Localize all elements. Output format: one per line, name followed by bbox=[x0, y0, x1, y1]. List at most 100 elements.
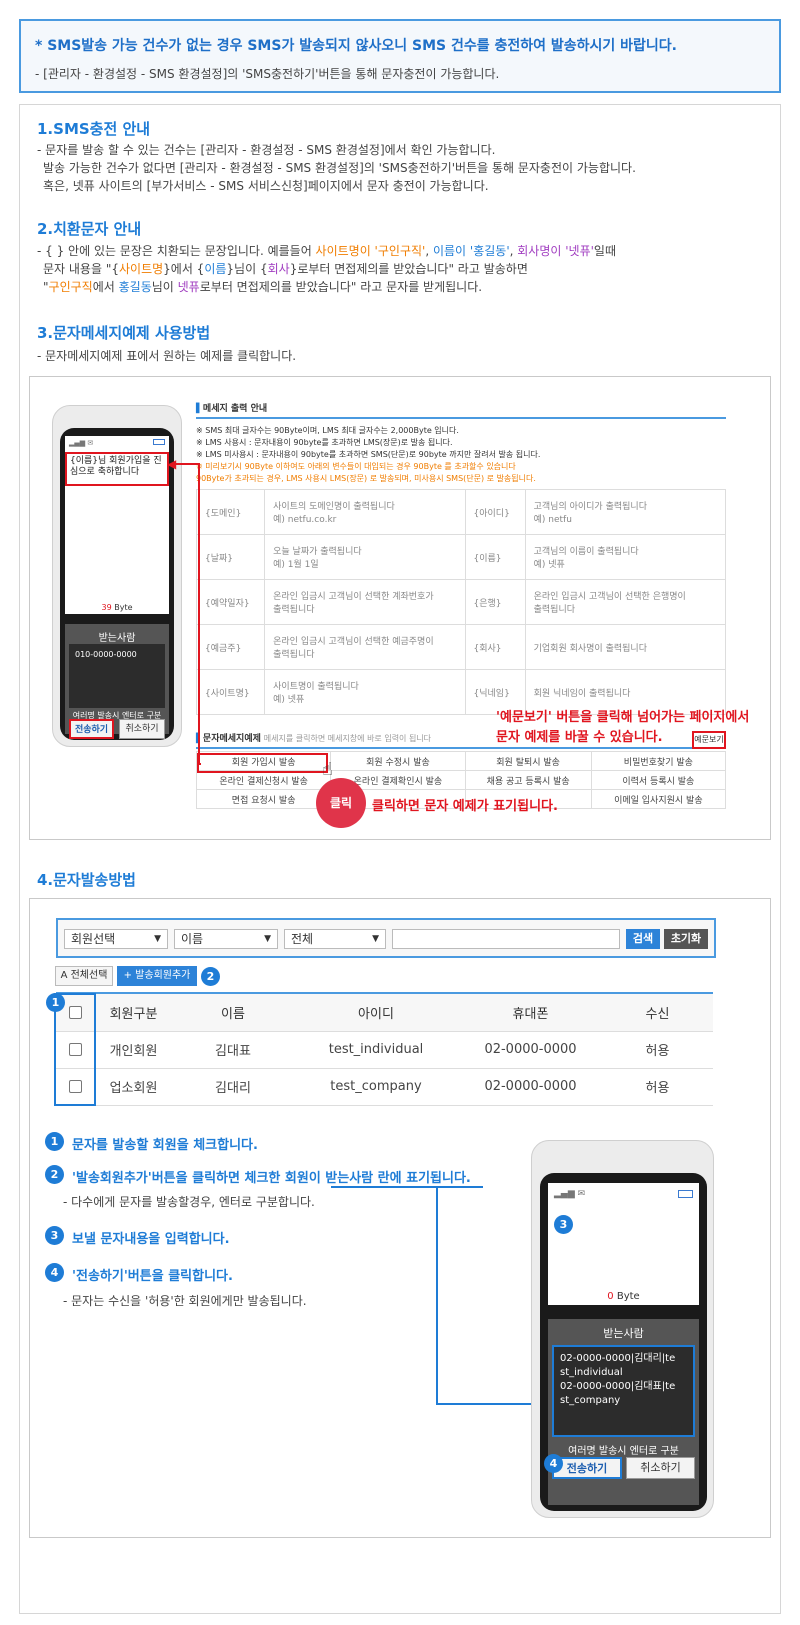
column-header: 회원구분 bbox=[94, 994, 173, 1032]
step-text: '발송회원추가'버튼을 클릭하면 체크한 회원이 받는사람 란에 표기됩니다. bbox=[72, 1171, 471, 1186]
arrow-left-icon: ◀ bbox=[167, 457, 177, 471]
message-text[interactable]: {이름}님 회원가입을 진심으로 축하합니다 bbox=[65, 452, 169, 486]
step-sub: - 문자는 수신을 '허용'한 회원에게만 발송됩니다. bbox=[63, 1294, 307, 1308]
guide-title: ▌메세지 출력 안내 bbox=[196, 401, 726, 419]
message-screen[interactable]: ▂▄▆ ✉ 3 0 Byte bbox=[548, 1183, 699, 1305]
table-cell: test_company bbox=[293, 1068, 459, 1106]
arrow-line bbox=[198, 763, 201, 765]
example-item[interactable]: 면접 요청시 발송 bbox=[195, 789, 332, 809]
connector-line bbox=[436, 1187, 438, 1404]
variable-cell: 고객님의 이름이 출력됩니다 예) 넷퓨 bbox=[524, 534, 727, 580]
variable-row: {예약일자} 온라인 입금시 고객님이 선택한 계좌번호가 출력됩니다 {은행} 온라인… bbox=[195, 579, 727, 625]
demo-box: ▂▄▆ ✉ {이름}님 회원가입을 진심으로 축하합니다 39 Byte 받는사… bbox=[29, 376, 771, 840]
example-item[interactable]: 이력서 등록시 발송 bbox=[590, 770, 727, 790]
member-table-wrap: 회원구분 이름 아이디 휴대폰 수신 개인회원 김대표 test_individual 02-0… bbox=[56, 992, 713, 1106]
signal-icon: ▂▄▆ ✉ bbox=[554, 1189, 586, 1199]
table-cell: test_individual bbox=[293, 1031, 459, 1069]
chevron-down-icon: ▼ bbox=[372, 934, 379, 944]
variable-cell: {회사} bbox=[464, 624, 526, 670]
section3-title: 3.문자메세지예제 사용방법 bbox=[37, 324, 211, 342]
guide-area: ▌메세지 출력 안내 ※ SMS 최대 글자수는 90Byte이며, LMS 최… bbox=[195, 401, 727, 813]
section2-line2: 문자 내용을 "{사이트명}에서 {이름}님이 {회사}로부터 면접제의를 받았… bbox=[43, 262, 528, 276]
table-row: 업소회원 김대리 test_company 02-0000-0000 허용 bbox=[56, 1068, 713, 1106]
chevron-down-icon: ▼ bbox=[264, 934, 271, 944]
add-recipient-button[interactable]: + 발송회원추가 bbox=[117, 966, 197, 986]
multi-hint: 여러명 발송시 엔터로 구분 bbox=[568, 1446, 679, 1457]
variable-row: {예금주} 온라인 입금시 고객님이 선택한 예금주명이 출력됩니다 {회사} 기업회원… bbox=[195, 624, 727, 670]
step-text: 문자를 발송할 회원을 체크합니다. bbox=[72, 1138, 258, 1153]
table-cell: 업소회원 bbox=[94, 1068, 173, 1106]
section1-title: 1.SMS충전 안내 bbox=[37, 120, 151, 138]
example-item[interactable]: 비밀번호찾기 발송 bbox=[590, 751, 727, 771]
recipient-field[interactable]: 02-0000-0000|김대리|te st_individual 02-000… bbox=[552, 1345, 695, 1437]
step-sub: - 다수에게 문자를 발송할경우, 엔터로 구분합니다. bbox=[63, 1195, 315, 1209]
example-item[interactable]: 회원 수정시 발송 bbox=[330, 751, 466, 771]
variable-cell: {이름} bbox=[464, 534, 526, 580]
section2-title: 2.치환문자 안내 bbox=[37, 220, 142, 238]
table-cell: 허용 bbox=[602, 1031, 713, 1069]
table-cell: 김대리 bbox=[173, 1068, 293, 1106]
field-select[interactable]: 이름 ▼ bbox=[174, 929, 278, 949]
step-number: 2 bbox=[45, 1165, 64, 1184]
step-badge: 4 bbox=[544, 1454, 563, 1473]
byte-counter: 39 Byte bbox=[101, 603, 133, 612]
variable-cell: 온라인 입금시 고객님이 선택한 은행명이 출력됩니다 bbox=[524, 579, 727, 625]
type-select[interactable]: 전체 ▼ bbox=[284, 929, 386, 949]
column-header: 아이디 bbox=[293, 994, 459, 1032]
section3-desc: - 문자메세지예제 표에서 원하는 예제를 클릭합니다. bbox=[37, 349, 297, 363]
variable-cell: {예약일자} bbox=[195, 579, 266, 625]
reset-button[interactable]: 초기화 bbox=[664, 929, 708, 949]
table-row: 개인회원 김대표 test_individual 02-0000-0000 허용 bbox=[56, 1031, 713, 1069]
notice-desc: - [관리자 - 환경설정 - SMS 환경설정]의 'SMS충전하기'버튼을 … bbox=[35, 67, 500, 81]
variable-cell: {도메인} bbox=[195, 489, 266, 535]
example-highlight bbox=[197, 753, 328, 773]
signal-icon: ▂▄▆ ✉ bbox=[69, 439, 94, 447]
variable-table: {도메인} 사이트의 도메인명이 출력됩니다 예) netfu.co.kr {아이디}… bbox=[195, 489, 727, 715]
click-desc: 클릭하면 문자 예제가 표기됩니다. bbox=[372, 799, 558, 814]
cancel-button[interactable]: 취소하기 bbox=[119, 719, 165, 739]
arrow-line bbox=[176, 463, 200, 465]
connector-line bbox=[436, 1403, 540, 1405]
search-button[interactable]: 검색 bbox=[626, 929, 660, 949]
phone-mockup: ▂▄▆ ✉ {이름}님 회원가입을 진심으로 축하합니다 39 Byte 받는사… bbox=[52, 405, 182, 747]
variable-row: {도메인} 사이트의 도메인명이 출력됩니다 예) netfu.co.kr {아이디}… bbox=[195, 489, 727, 535]
message-screen[interactable]: ▂▄▆ ✉ {이름}님 회원가입을 진심으로 축하합니다 39 Byte bbox=[65, 436, 169, 614]
member-select[interactable]: 회원선택 ▼ bbox=[64, 929, 168, 949]
table-cell: 김대표 bbox=[173, 1031, 293, 1069]
section2-line1: - { } 안에 있는 문장은 치환되는 문장입니다. 예를들어 사이트명이 '… bbox=[37, 244, 617, 258]
battery-icon bbox=[678, 1190, 693, 1198]
battery-icon bbox=[153, 439, 165, 445]
step-badge: 3 bbox=[554, 1215, 573, 1234]
table-cell: 개인회원 bbox=[94, 1031, 173, 1069]
table-cell: 허용 bbox=[602, 1068, 713, 1106]
variable-cell: 온라인 입금시 고객님이 선택한 예금주명이 출력됩니다 bbox=[264, 624, 466, 670]
variable-cell: 고객님의 아이디가 출력됩니다 예) netfu bbox=[524, 489, 727, 535]
pointer-icon: ☝ bbox=[322, 759, 333, 780]
recipient-field[interactable]: 010-0000-0000 bbox=[69, 644, 165, 708]
column-header: 이름 bbox=[173, 994, 293, 1032]
section4-title: 4.문자발송방법 bbox=[37, 871, 136, 889]
guide-notes: ※ SMS 최대 글자수는 90Byte이며, LMS 최대 글자수는 2,00… bbox=[196, 426, 541, 483]
example-item[interactable]: 채용 공고 등록시 발송 bbox=[464, 770, 592, 790]
section1-line: 발송 가능한 건수가 없다면 [관리자 - 환경설정 - SMS 환경설정]의 … bbox=[43, 161, 636, 175]
send-button[interactable]: 전송하기 bbox=[69, 719, 114, 739]
step-badge: 1 bbox=[46, 993, 65, 1012]
notice-box: * SMS발송 가능 건수가 없는 경우 SMS가 발송되지 않사오니 SMS … bbox=[19, 19, 781, 93]
step-text: 보낼 문자내용을 입력합니다. bbox=[72, 1232, 230, 1247]
recipient-title: 받는사람 bbox=[603, 1327, 644, 1340]
example-item[interactable]: 회원 탈퇴시 발송 bbox=[464, 751, 592, 771]
variable-cell: {예금주} bbox=[195, 624, 266, 670]
variable-cell: {사이트명} bbox=[195, 669, 266, 715]
variable-cell: {은행} bbox=[464, 579, 526, 625]
column-header: 수신 bbox=[602, 994, 713, 1032]
connector-line bbox=[331, 1186, 483, 1188]
select-all-button[interactable]: A 전체선택 bbox=[55, 966, 113, 986]
section1-line: 혹은, 넷퓨 사이트의 [부가서비스 - SMS 서비스신청]페이지에서 문자 … bbox=[43, 179, 489, 193]
example-item[interactable]: 온라인 결제신청시 발송 bbox=[195, 770, 332, 790]
example-item[interactable]: 이메일 입사지원시 발송 bbox=[590, 789, 727, 809]
step-number: 1 bbox=[45, 1132, 64, 1151]
cancel-button[interactable]: 취소하기 bbox=[626, 1457, 695, 1479]
column-header: 휴대폰 bbox=[459, 994, 602, 1032]
search-input[interactable] bbox=[392, 929, 620, 949]
variable-cell: 기업회원 회사명이 출력됩니다 bbox=[524, 624, 727, 670]
